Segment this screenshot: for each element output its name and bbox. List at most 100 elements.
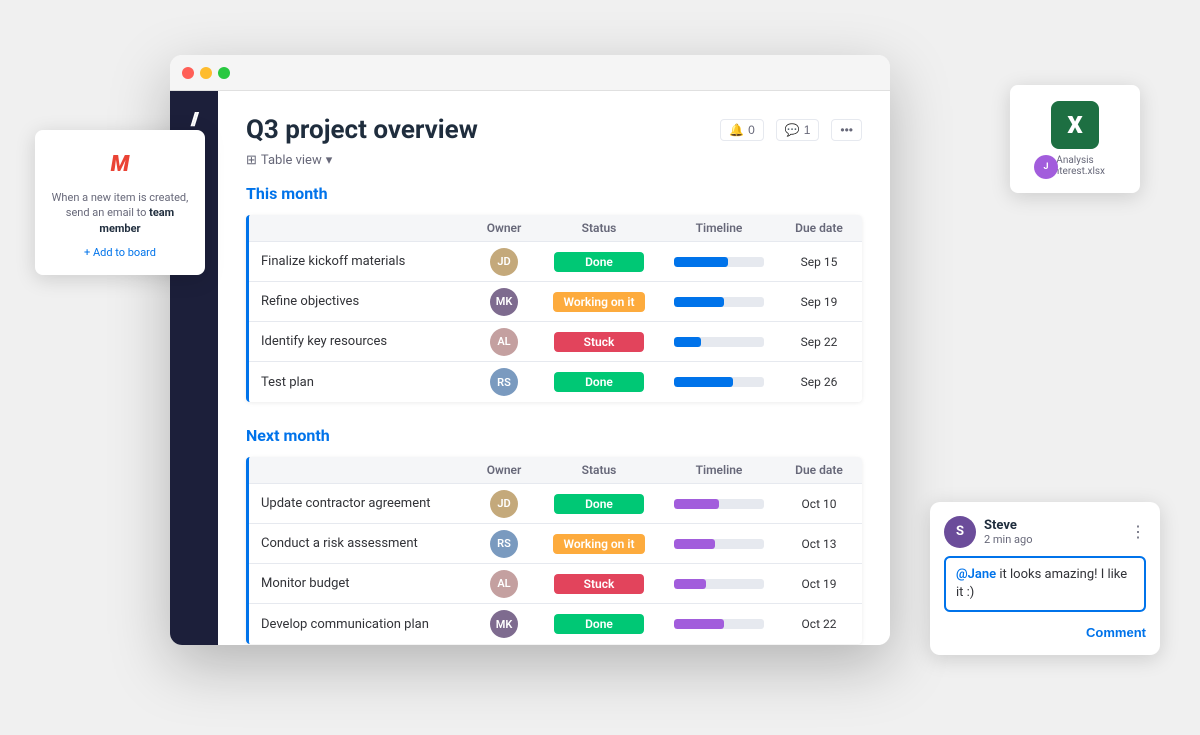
- owner-cell: RS: [469, 530, 539, 558]
- col-duedate-2: Due date: [779, 463, 859, 477]
- owner-cell: MK: [469, 610, 539, 638]
- avatar: RS: [490, 368, 518, 396]
- task-name: Refine objectives: [249, 294, 469, 309]
- status-badge[interactable]: Working on it: [553, 292, 644, 312]
- comment-more-menu[interactable]: ⋮: [1130, 522, 1146, 541]
- timeline-bar-container: [674, 499, 764, 509]
- table-row[interactable]: Update contractor agreement JD Done Oct …: [249, 484, 862, 524]
- task-name: Update contractor agreement: [249, 496, 469, 511]
- priority-cell: ★★★★★: [859, 294, 862, 310]
- table-row[interactable]: Test plan RS Done Sep 26 ★★★★★: [249, 362, 862, 402]
- status-cell[interactable]: Working on it: [539, 292, 659, 312]
- gmail-description: When a new item is created, send an emai…: [51, 190, 189, 236]
- table-row[interactable]: Conduct a risk assessment RS Working on …: [249, 524, 862, 564]
- avatar: MK: [490, 610, 518, 638]
- priority-cell: ★★★★★: [859, 334, 862, 350]
- timeline-bar: [674, 337, 701, 347]
- avatar: AL: [490, 328, 518, 356]
- due-date-cell: Oct 13: [779, 537, 859, 551]
- this-month-title: This month: [246, 184, 862, 203]
- comment-body: @Jane it looks amazing! I like it :): [944, 556, 1146, 612]
- priority-cell: ★★★★★: [859, 254, 862, 270]
- table-row[interactable]: Refine objectives MK Working on it Sep 1…: [249, 282, 862, 322]
- page-header: Q3 project overview 🔔 0 💬 1 •••: [246, 115, 862, 145]
- status-badge[interactable]: Done: [554, 614, 644, 634]
- avatar: RS: [490, 530, 518, 558]
- comment-action: Comment: [944, 622, 1146, 641]
- monday-logo-text: //: [191, 109, 197, 130]
- timeline-bar-container: [674, 539, 764, 549]
- comment-mention: @Jane: [956, 567, 996, 582]
- status-badge[interactable]: Done: [554, 372, 644, 392]
- excel-avatar: J: [1034, 155, 1058, 179]
- excel-icon: X: [1051, 101, 1099, 149]
- timeline-bar-container: [674, 619, 764, 629]
- table-row[interactable]: Identify key resources AL Stuck Sep 22 ★…: [249, 322, 862, 362]
- avatar: MK: [490, 288, 518, 316]
- excel-logo: X: [1067, 111, 1082, 139]
- comment-header: S Steve 2 min ago ⋮: [944, 516, 1146, 548]
- col-duedate: Due date: [779, 221, 859, 235]
- priority-cell: ★★★★★: [859, 496, 862, 512]
- maximize-button[interactable]: [218, 67, 230, 79]
- col-owner-2: Owner: [469, 463, 539, 477]
- status-cell[interactable]: Working on it: [539, 534, 659, 554]
- table-row[interactable]: Finalize kickoff materials JD Done Sep 1…: [249, 242, 862, 282]
- owner-cell: JD: [469, 248, 539, 276]
- close-button[interactable]: [182, 67, 194, 79]
- timeline-cell: [659, 337, 779, 347]
- task-name: Identify key resources: [249, 334, 469, 349]
- table-row[interactable]: Develop communication plan MK Done Oct 2…: [249, 604, 862, 644]
- timeline-bar: [674, 377, 733, 387]
- next-month-title: Next month: [246, 426, 862, 445]
- timeline-cell: [659, 619, 779, 629]
- reactions-button[interactable]: 🔔 0: [720, 119, 764, 141]
- status-cell[interactable]: Done: [539, 372, 659, 392]
- gmail-icon: M: [102, 146, 138, 182]
- status-cell[interactable]: Stuck: [539, 574, 659, 594]
- status-badge[interactable]: Done: [554, 252, 644, 272]
- timeline-cell: [659, 297, 779, 307]
- owner-cell: RS: [469, 368, 539, 396]
- status-cell[interactable]: Done: [539, 614, 659, 634]
- status-cell[interactable]: Stuck: [539, 332, 659, 352]
- page-title: Q3 project overview: [246, 115, 478, 145]
- more-options-button[interactable]: •••: [831, 119, 862, 141]
- col-timeline-2: Timeline: [659, 463, 779, 477]
- view-selector[interactable]: ⊞ Table view ▾: [246, 153, 862, 168]
- this-month-section: This month Owner Status Timeline Due dat…: [246, 184, 862, 402]
- minimize-button[interactable]: [200, 67, 212, 79]
- owner-cell: AL: [469, 328, 539, 356]
- comment-button[interactable]: Comment: [1086, 625, 1146, 640]
- owner-cell: AL: [469, 570, 539, 598]
- due-date-cell: Sep 26: [779, 375, 859, 389]
- next-month-table: Owner Status Timeline Due date Priority …: [246, 457, 862, 644]
- table-row[interactable]: Monitor budget AL Stuck Oct 19 ★★★★★: [249, 564, 862, 604]
- timeline-bar: [674, 539, 715, 549]
- col-status: Status: [539, 221, 659, 235]
- chevron-down-icon: ▾: [326, 153, 333, 168]
- status-cell[interactable]: Done: [539, 252, 659, 272]
- view-label: Table view: [261, 153, 322, 168]
- status-badge[interactable]: Done: [554, 494, 644, 514]
- timeline-bar-container: [674, 257, 764, 267]
- comment-author-info: Steve 2 min ago: [984, 518, 1122, 546]
- this-month-table: Owner Status Timeline Due date Priority …: [246, 215, 862, 402]
- reaction-icon: 🔔: [729, 123, 744, 137]
- add-to-board-link[interactable]: + Add to board: [51, 246, 189, 259]
- timeline-cell: [659, 257, 779, 267]
- comment-widget: S Steve 2 min ago ⋮ @Jane it looks amazi…: [930, 502, 1160, 655]
- priority-cell: ★★★★★: [859, 616, 862, 632]
- timeline-bar-container: [674, 579, 764, 589]
- status-badge[interactable]: Stuck: [554, 332, 644, 352]
- timeline-bar: [674, 499, 719, 509]
- status-badge[interactable]: Stuck: [554, 574, 644, 594]
- col-status-2: Status: [539, 463, 659, 477]
- comments-button[interactable]: 💬 1: [776, 119, 820, 141]
- status-cell[interactable]: Done: [539, 494, 659, 514]
- due-date-cell: Oct 10: [779, 497, 859, 511]
- task-name: Test plan: [249, 375, 469, 390]
- status-badge[interactable]: Working on it: [553, 534, 644, 554]
- main-content: Q3 project overview 🔔 0 💬 1 ••• ⊞ Table: [218, 91, 890, 645]
- header-actions: 🔔 0 💬 1 •••: [720, 119, 862, 141]
